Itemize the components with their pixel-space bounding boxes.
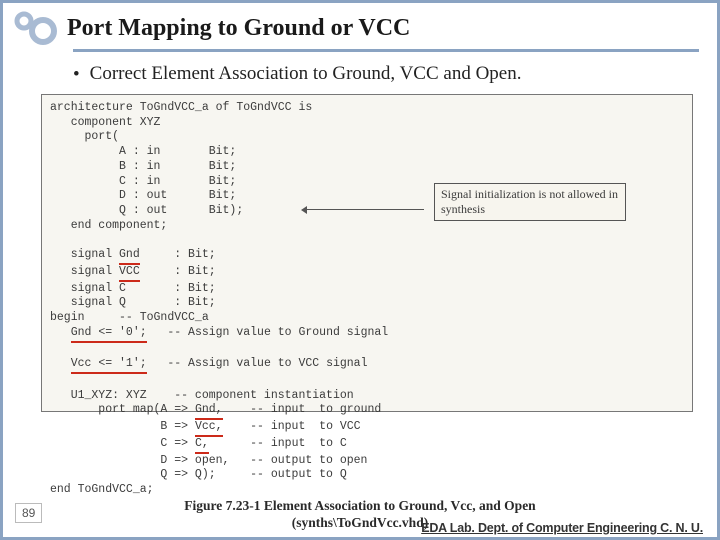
code-line: port map(A => — [50, 403, 195, 416]
code-line: -- input to VCC — [223, 420, 361, 433]
map-vcc: Vcc, — [195, 420, 223, 437]
code-line: signal — [50, 248, 119, 261]
slide-title: Port Mapping to Ground or VCC — [67, 15, 410, 42]
code-line: signal C : Bit; — [50, 282, 216, 295]
code-line: -- Assign value to Ground signal — [147, 326, 389, 339]
code-line: C : in Bit; — [50, 175, 236, 188]
code-line: Q => Q); -- output to Q — [50, 468, 347, 481]
code-block: architecture ToGndVCC_a of ToGndVCC is c… — [50, 101, 684, 498]
code-line: component XYZ — [50, 116, 160, 129]
title-row: Port Mapping to Ground or VCC — [3, 3, 717, 49]
code-line: end ToGndVCC_a; — [50, 483, 154, 496]
code-line: B => — [50, 420, 195, 433]
logo-icon — [13, 11, 59, 45]
code-line: D : out Bit; — [50, 189, 236, 202]
code-line: D => open, -- output to open — [50, 454, 367, 467]
footer-text: EDA Lab. Dept. of Computer Engineering C… — [421, 521, 703, 535]
code-line: port( — [50, 130, 119, 143]
code-line: signal — [50, 265, 119, 278]
code-line: B : in Bit; — [50, 160, 236, 173]
code-line: A : in Bit; — [50, 145, 236, 158]
code-line: architecture ToGndVCC_a of ToGndVCC is — [50, 101, 312, 114]
bullet-item: • Correct Element Association to Ground,… — [73, 62, 677, 86]
code-line: signal Q : Bit; — [50, 296, 216, 309]
caption-line-1: Figure 7.23-1 Element Association to Gro… — [3, 498, 717, 515]
callout-arrow — [306, 209, 424, 210]
signal-vcc: VCC — [119, 265, 140, 282]
code-line: : Bit; — [140, 265, 216, 278]
slide-container: Port Mapping to Ground or VCC • Correct … — [0, 0, 720, 540]
map-gnd: Gnd, — [195, 403, 223, 420]
code-line: -- input to ground — [223, 403, 382, 416]
assign-gnd: Gnd <= '0'; — [71, 326, 147, 343]
code-line — [50, 326, 71, 339]
assign-vcc: Vcc <= '1'; — [71, 357, 147, 374]
code-line — [50, 357, 71, 370]
code-line: begin -- ToGndVCC_a — [50, 311, 209, 324]
signal-gnd: Gnd — [119, 248, 140, 265]
map-c: C, — [195, 437, 209, 454]
title-underline — [73, 49, 699, 52]
bullet-text: Correct Element Association to Ground, V… — [90, 62, 522, 86]
page-number: 89 — [15, 503, 42, 523]
code-line: : Bit; — [140, 248, 216, 261]
code-line: -- input to C — [209, 437, 347, 450]
code-line: Q : out Bit); — [50, 204, 243, 217]
code-line: U1_XYZ: XYZ -- component instantiation — [50, 389, 354, 402]
code-line: end component; — [50, 219, 167, 232]
callout-box: Signal initialization is not allowed in … — [434, 183, 626, 221]
bullet-marker: • — [73, 62, 80, 86]
code-line: -- Assign value to VCC signal — [147, 357, 368, 370]
code-line: C => — [50, 437, 195, 450]
code-figure: Signal initialization is not allowed in … — [41, 94, 693, 412]
